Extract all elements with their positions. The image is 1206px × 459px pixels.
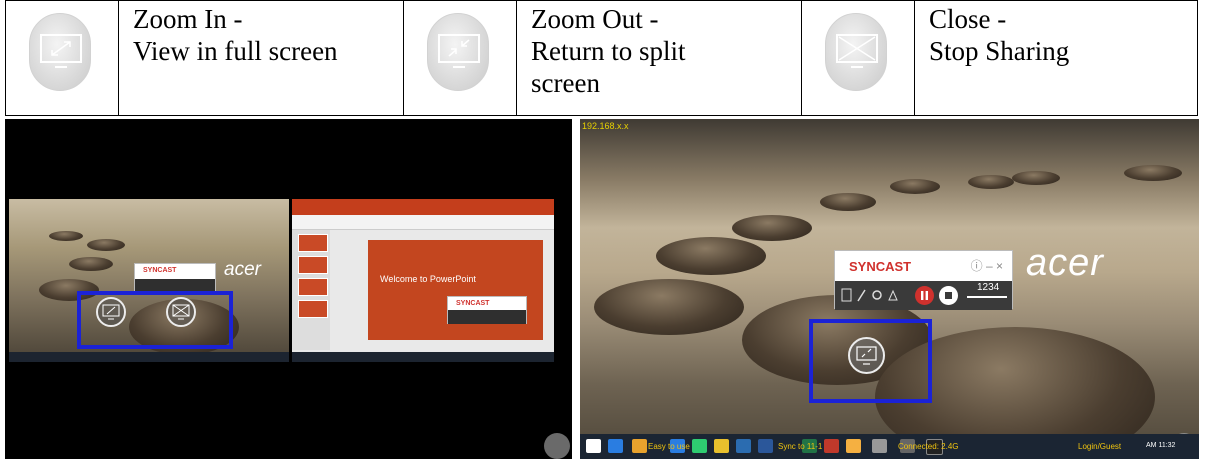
menu-dot-button[interactable] <box>544 433 570 459</box>
full-screen-screenshot: 192.168.x.x SYNCAST ⓘ – × 1234 acer Easy… <box>580 119 1199 459</box>
ppt-title-bar <box>292 199 554 215</box>
stone-image <box>49 231 83 241</box>
stone-image <box>594 279 744 335</box>
zoom-out-title: Zoom Out - <box>531 4 659 34</box>
stone-image <box>69 257 113 271</box>
stone-image <box>1012 171 1060 185</box>
zoom-out-description: Zoom Out - Return to split screen <box>517 1 802 115</box>
stop-button[interactable] <box>939 286 958 305</box>
mini-taskbar <box>9 352 289 362</box>
ppt-slide-title: Welcome to PowerPoint <box>380 274 476 284</box>
stone-image <box>820 193 876 211</box>
zoom-in-icon-cell <box>6 1 119 115</box>
ppt-slide: Welcome to PowerPoint <box>368 240 543 340</box>
zoom-out-icon-cell <box>404 1 517 115</box>
ppt-thumbnails <box>292 230 330 350</box>
ppt-thumbnail[interactable] <box>298 278 328 296</box>
powerpoint-pane: Welcome to PowerPoint SYNCAST <box>292 199 554 362</box>
close-desc: Stop Sharing <box>929 36 1070 66</box>
stone-image <box>732 215 812 241</box>
folder-icon[interactable] <box>714 439 729 453</box>
pdf-icon[interactable] <box>824 439 839 453</box>
highlight-box <box>77 291 233 349</box>
close-icon-cell <box>802 1 915 115</box>
legend-table: Zoom In - View in full screen Zoom Out -… <box>5 0 1198 116</box>
highlight-box <box>809 319 932 403</box>
zoom-out-desc-line1: Return to split <box>531 36 686 66</box>
syncast-controls-bar[interactable] <box>448 310 526 324</box>
zoom-out-desc-line2: screen <box>531 68 600 98</box>
ppt-ribbon <box>292 215 554 230</box>
stop-icon <box>945 292 952 299</box>
pause-button[interactable] <box>915 286 934 305</box>
expand-arrows-icon <box>29 13 91 91</box>
window-controls[interactable]: ⓘ – × <box>971 257 1003 274</box>
syncast-controls-bar: 1234 <box>835 281 1012 310</box>
stone-image <box>890 179 940 194</box>
tool-icons[interactable] <box>841 281 911 310</box>
syncast-label: SYNCAST <box>456 300 490 307</box>
ppt-thumbnail[interactable] <box>298 300 328 318</box>
browser-icon[interactable] <box>608 439 623 453</box>
syncast-toolbar-mini[interactable]: SYNCAST <box>447 296 527 324</box>
taskbar-clock: AM 11:32 <box>1146 442 1176 449</box>
windows-taskbar: Easy to use Sync to 11-1 Connected: 2.4G… <box>580 434 1199 459</box>
close-x-icon <box>825 13 887 91</box>
app-icon[interactable] <box>632 439 647 453</box>
ppt-thumbnail[interactable] <box>298 256 328 274</box>
pause-icon <box>921 291 928 300</box>
stone-image <box>1124 165 1182 181</box>
taskbar-text: Easy to use <box>648 442 690 451</box>
close-title: Close - <box>929 4 1007 34</box>
syncast-toolbar[interactable]: SYNCAST ⓘ – × 1234 <box>834 250 1013 310</box>
outlook-icon[interactable] <box>736 439 751 453</box>
ppt-thumbnail[interactable] <box>298 234 328 252</box>
mini-taskbar <box>292 352 554 362</box>
word-icon[interactable] <box>758 439 773 453</box>
app-icon[interactable] <box>872 439 887 453</box>
taskbar-text: Connected: 2.4G <box>898 442 959 451</box>
collapse-arrows-icon <box>427 13 489 91</box>
syncast-toolbar-mini[interactable]: SYNCAST <box>134 263 216 293</box>
zoom-in-desc: View in full screen <box>133 36 338 66</box>
taskbar-text: Sync to 11-1 <box>778 442 823 451</box>
syncast-label: SYNCAST <box>143 267 177 274</box>
stone-image <box>968 175 1014 189</box>
app-icon[interactable] <box>692 439 707 453</box>
connection-tag: 192.168.x.x <box>582 121 629 131</box>
stone-image <box>656 237 766 275</box>
split-screen-screenshot: SYNCAST acer Welcome to PowerPoint SYNCA… <box>5 119 572 459</box>
acer-logo: acer <box>1026 242 1104 284</box>
acer-logo: acer <box>224 259 261 280</box>
app-icon[interactable] <box>846 439 861 453</box>
zoom-in-description: Zoom In - View in full screen <box>119 1 404 115</box>
volume-slider[interactable] <box>967 296 1007 298</box>
taskbar-text: Login/Guest <box>1078 442 1122 451</box>
syncast-label: SYNCAST <box>849 259 912 274</box>
stone-image <box>87 239 125 251</box>
close-description: Close - Stop Sharing <box>915 1 1197 115</box>
volume-value: 1234 <box>977 282 1000 293</box>
start-icon[interactable] <box>586 439 601 453</box>
zoom-in-title: Zoom In - <box>133 4 243 34</box>
